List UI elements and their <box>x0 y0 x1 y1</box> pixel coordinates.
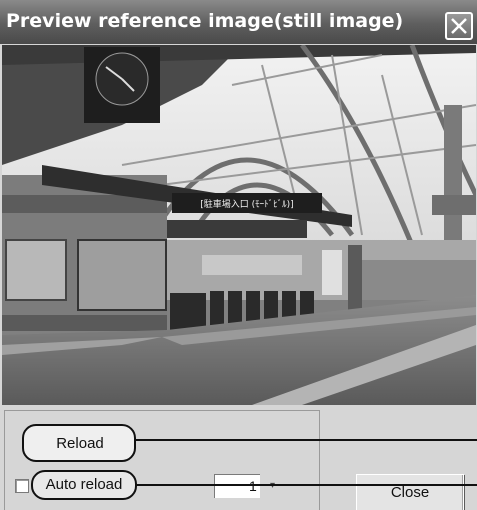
auto-reload-checkbox[interactable] <box>15 479 29 493</box>
interval-value: 1 <box>249 478 257 494</box>
interval-spin-icon[interactable]: ▾ <box>270 480 275 491</box>
reload-button[interactable]: Reload <box>22 424 136 462</box>
overhead-sign-text: [駐車場入口 (ﾓｰﾄﾞﾋﾞﾙ)] <box>200 198 293 210</box>
reload-button-label: Reload <box>56 435 104 452</box>
interval-field[interactable]: 1 <box>214 474 260 498</box>
title-close-button[interactable] <box>445 12 473 40</box>
preview-dialog: Preview reference image(still image) [駐車… <box>0 0 477 510</box>
close-button[interactable]: Close <box>356 474 464 510</box>
auto-reload-label[interactable]: Auto reload <box>31 470 137 500</box>
title-bar: Preview reference image(still image) <box>0 0 477 44</box>
station-photo: [駐車場入口 (ﾓｰﾄﾞﾋﾞﾙ)] <box>2 45 476 405</box>
window-title: Preview reference image(still image) <box>6 10 404 32</box>
preview-image: [駐車場入口 (ﾓｰﾄﾞﾋﾞﾙ)] <box>2 45 476 405</box>
close-icon <box>451 18 467 34</box>
